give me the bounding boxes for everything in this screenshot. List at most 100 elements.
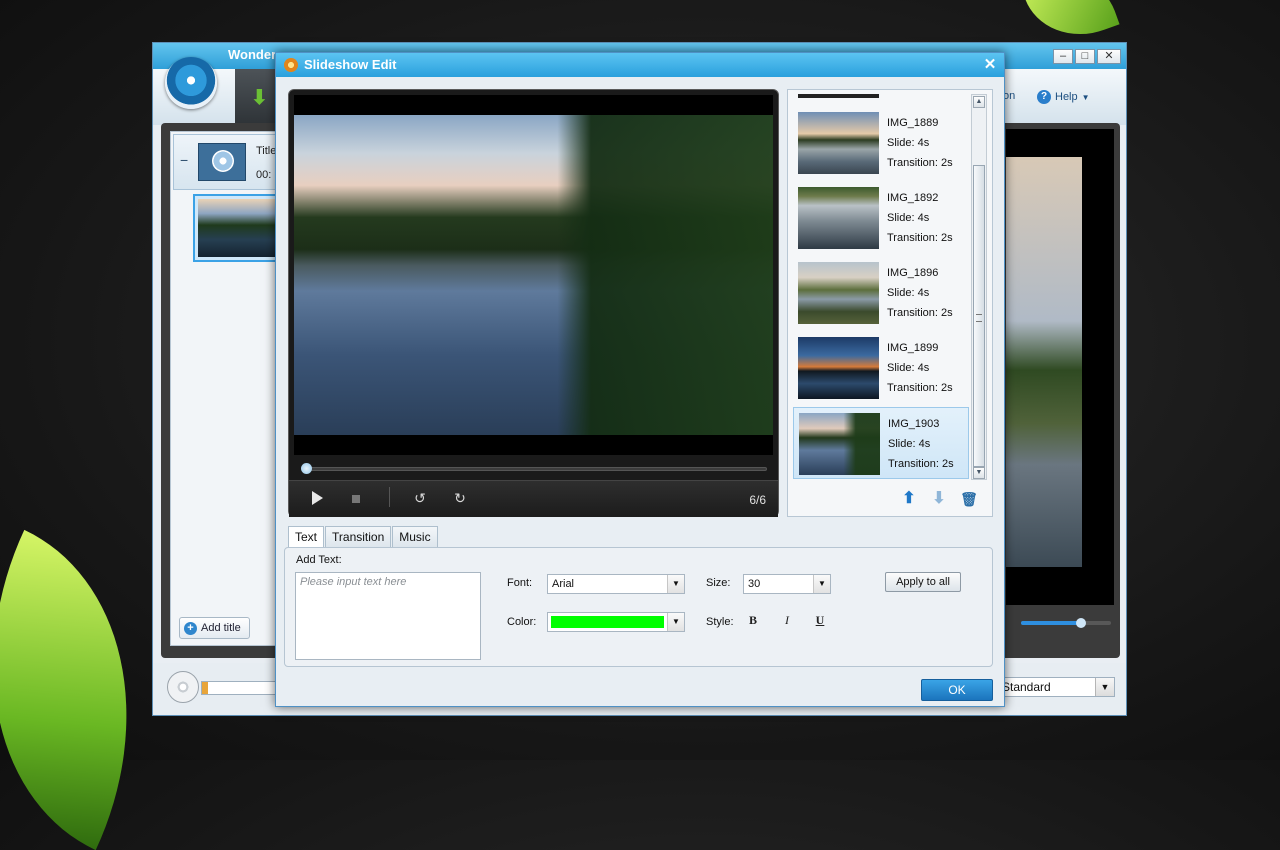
slide-list-scrollbar[interactable]: ▲ ▼ (971, 94, 987, 480)
slide-name: IMG_1903 (888, 418, 940, 430)
color-swatch (551, 616, 664, 628)
partial-thumbnail (798, 94, 879, 98)
slide-name: IMG_1889 (887, 117, 939, 129)
slide-list: IMG_1889 Slide: 4s Transition: 2s IMG_18… (788, 90, 974, 482)
help-menu[interactable]: ? Help ▼ (1037, 90, 1090, 104)
control-divider (389, 487, 390, 507)
scrollbar-thumb[interactable] (973, 165, 985, 467)
slide-thumbnail (798, 337, 879, 399)
slide-thumbnail (798, 262, 879, 324)
apply-to-all-button[interactable]: Apply to all (885, 572, 961, 592)
font-select[interactable]: Arial ▼ (547, 574, 685, 594)
title-label: Title (256, 145, 277, 157)
slide-duration: Slide: 4s (887, 362, 930, 374)
slide-item[interactable]: IMG_1899 Slide: 4s Transition: 2s (793, 332, 969, 404)
quality-select[interactable]: Standard ▼ (997, 677, 1115, 697)
text-input[interactable] (295, 572, 481, 660)
tab-transition[interactable]: Transition (325, 526, 392, 548)
disc-icon (167, 671, 199, 703)
video-player: ↺ ↻ 6/6 (288, 89, 779, 517)
minimize-button[interactable]: – (1053, 49, 1073, 64)
rotate-right-icon[interactable]: ↻ (451, 491, 469, 505)
quality-select-value: Standard (1002, 680, 1051, 694)
slide-name: IMG_1899 (887, 342, 939, 354)
tab-music[interactable]: Music (392, 526, 438, 548)
film-icon (198, 143, 246, 181)
ok-button[interactable]: OK (921, 679, 993, 701)
size-label: Size: (706, 577, 731, 589)
play-icon[interactable] (312, 491, 323, 505)
color-select[interactable]: ▼ (547, 612, 685, 632)
font-label: Font: (507, 577, 533, 589)
add-title-button[interactable]: + Add title (179, 617, 250, 639)
seek-bar[interactable] (305, 467, 767, 471)
bold-button[interactable]: B (745, 612, 761, 628)
add-title-label: Add title (201, 622, 241, 634)
slide-thumbnail (798, 187, 879, 249)
slide-transition: Transition: 2s (887, 382, 953, 394)
slide-transition: Transition: 2s (887, 157, 953, 169)
slide-name: IMG_1896 (887, 267, 939, 279)
edit-tabs: Text Transition Music (288, 526, 439, 549)
slide-item[interactable]: IMG_1896 Slide: 4s Transition: 2s (793, 257, 969, 329)
chevron-down-icon: ▼ (813, 575, 830, 593)
volume-knob[interactable] (1076, 618, 1086, 628)
slide-item[interactable]: IMG_1892 Slide: 4s Transition: 2s (793, 182, 969, 254)
player-controls: ↺ ↻ 6/6 (289, 480, 778, 517)
app-logo-icon (165, 57, 217, 109)
scroll-up-icon[interactable]: ▲ (973, 96, 985, 108)
seek-knob[interactable] (301, 463, 312, 474)
main-window-title: Wonder (228, 47, 277, 62)
volume-slider[interactable] (1021, 618, 1111, 628)
disc-icon (212, 150, 234, 172)
font-value: Arial (552, 578, 575, 590)
app-icon (284, 58, 298, 72)
slide-counter: 6/6 (749, 493, 766, 507)
slide-item[interactable]: IMG_1889 Slide: 4s Transition: 2s (793, 107, 969, 179)
slide-duration: Slide: 4s (887, 137, 930, 149)
color-label: Color: (507, 616, 537, 628)
dialog-title: Slideshow Edit (304, 57, 397, 72)
slide-thumbnail (799, 413, 880, 475)
text-tab-panel: Add Text: Font: Arial ▼ Size: 30 ▼ Apply… (284, 547, 993, 667)
maximize-button[interactable]: □ (1075, 49, 1095, 64)
capacity-bar (201, 681, 281, 695)
arrow-up-icon[interactable]: ⬆ (900, 490, 918, 508)
slide-thumbnail (798, 112, 879, 174)
slide-duration: Slide: 4s (888, 438, 931, 450)
video-frame-image (294, 115, 773, 435)
capacity-fill (202, 682, 208, 694)
volume-fill (1021, 621, 1081, 625)
grip-icon (976, 314, 982, 322)
plus-icon: + (184, 621, 197, 635)
trash-icon[interactable]: 🗑 (960, 490, 978, 508)
underline-button[interactable]: U (812, 612, 828, 628)
slide-item-selected[interactable]: IMG_1903 Slide: 4s Transition: 2s (793, 407, 969, 479)
rotate-left-icon[interactable]: ↺ (411, 491, 429, 505)
selected-slideshow-thumbnail[interactable] (193, 194, 283, 262)
collapse-icon[interactable]: − (180, 153, 190, 167)
chevron-down-icon: ▼ (1095, 678, 1114, 696)
dialog-close-button[interactable]: ✕ (982, 57, 998, 73)
slide-list-actions: ⬆ ⬇ 🗑 (788, 486, 992, 514)
size-select[interactable]: 30 ▼ (743, 574, 831, 594)
slide-transition: Transition: 2s (888, 458, 954, 470)
video-preview (294, 95, 773, 455)
scroll-down-icon[interactable]: ▼ (973, 467, 985, 479)
size-value: 30 (748, 578, 761, 590)
slideshow-edit-dialog: Slideshow Edit ✕ ↺ ↻ 6/6 IMG_1889 Slide:… (275, 52, 1005, 707)
stop-icon[interactable] (352, 495, 360, 503)
slideshow-thumbnail-image (198, 199, 278, 257)
help-label: Help (1055, 91, 1078, 103)
chevron-down-icon: ▼ (667, 575, 684, 593)
chevron-down-icon: ▼ (1081, 92, 1090, 102)
slide-list-panel: IMG_1889 Slide: 4s Transition: 2s IMG_18… (787, 89, 993, 517)
add-text-label: Add Text: (296, 554, 342, 566)
main-preview-image (1006, 157, 1082, 567)
main-preview (1006, 129, 1114, 605)
italic-button[interactable]: I (779, 612, 795, 628)
tab-text[interactable]: Text (288, 526, 325, 549)
slide-name: IMG_1892 (887, 192, 939, 204)
arrow-down-icon[interactable]: ⬇ (930, 490, 948, 508)
close-button[interactable]: ✕ (1097, 49, 1121, 64)
